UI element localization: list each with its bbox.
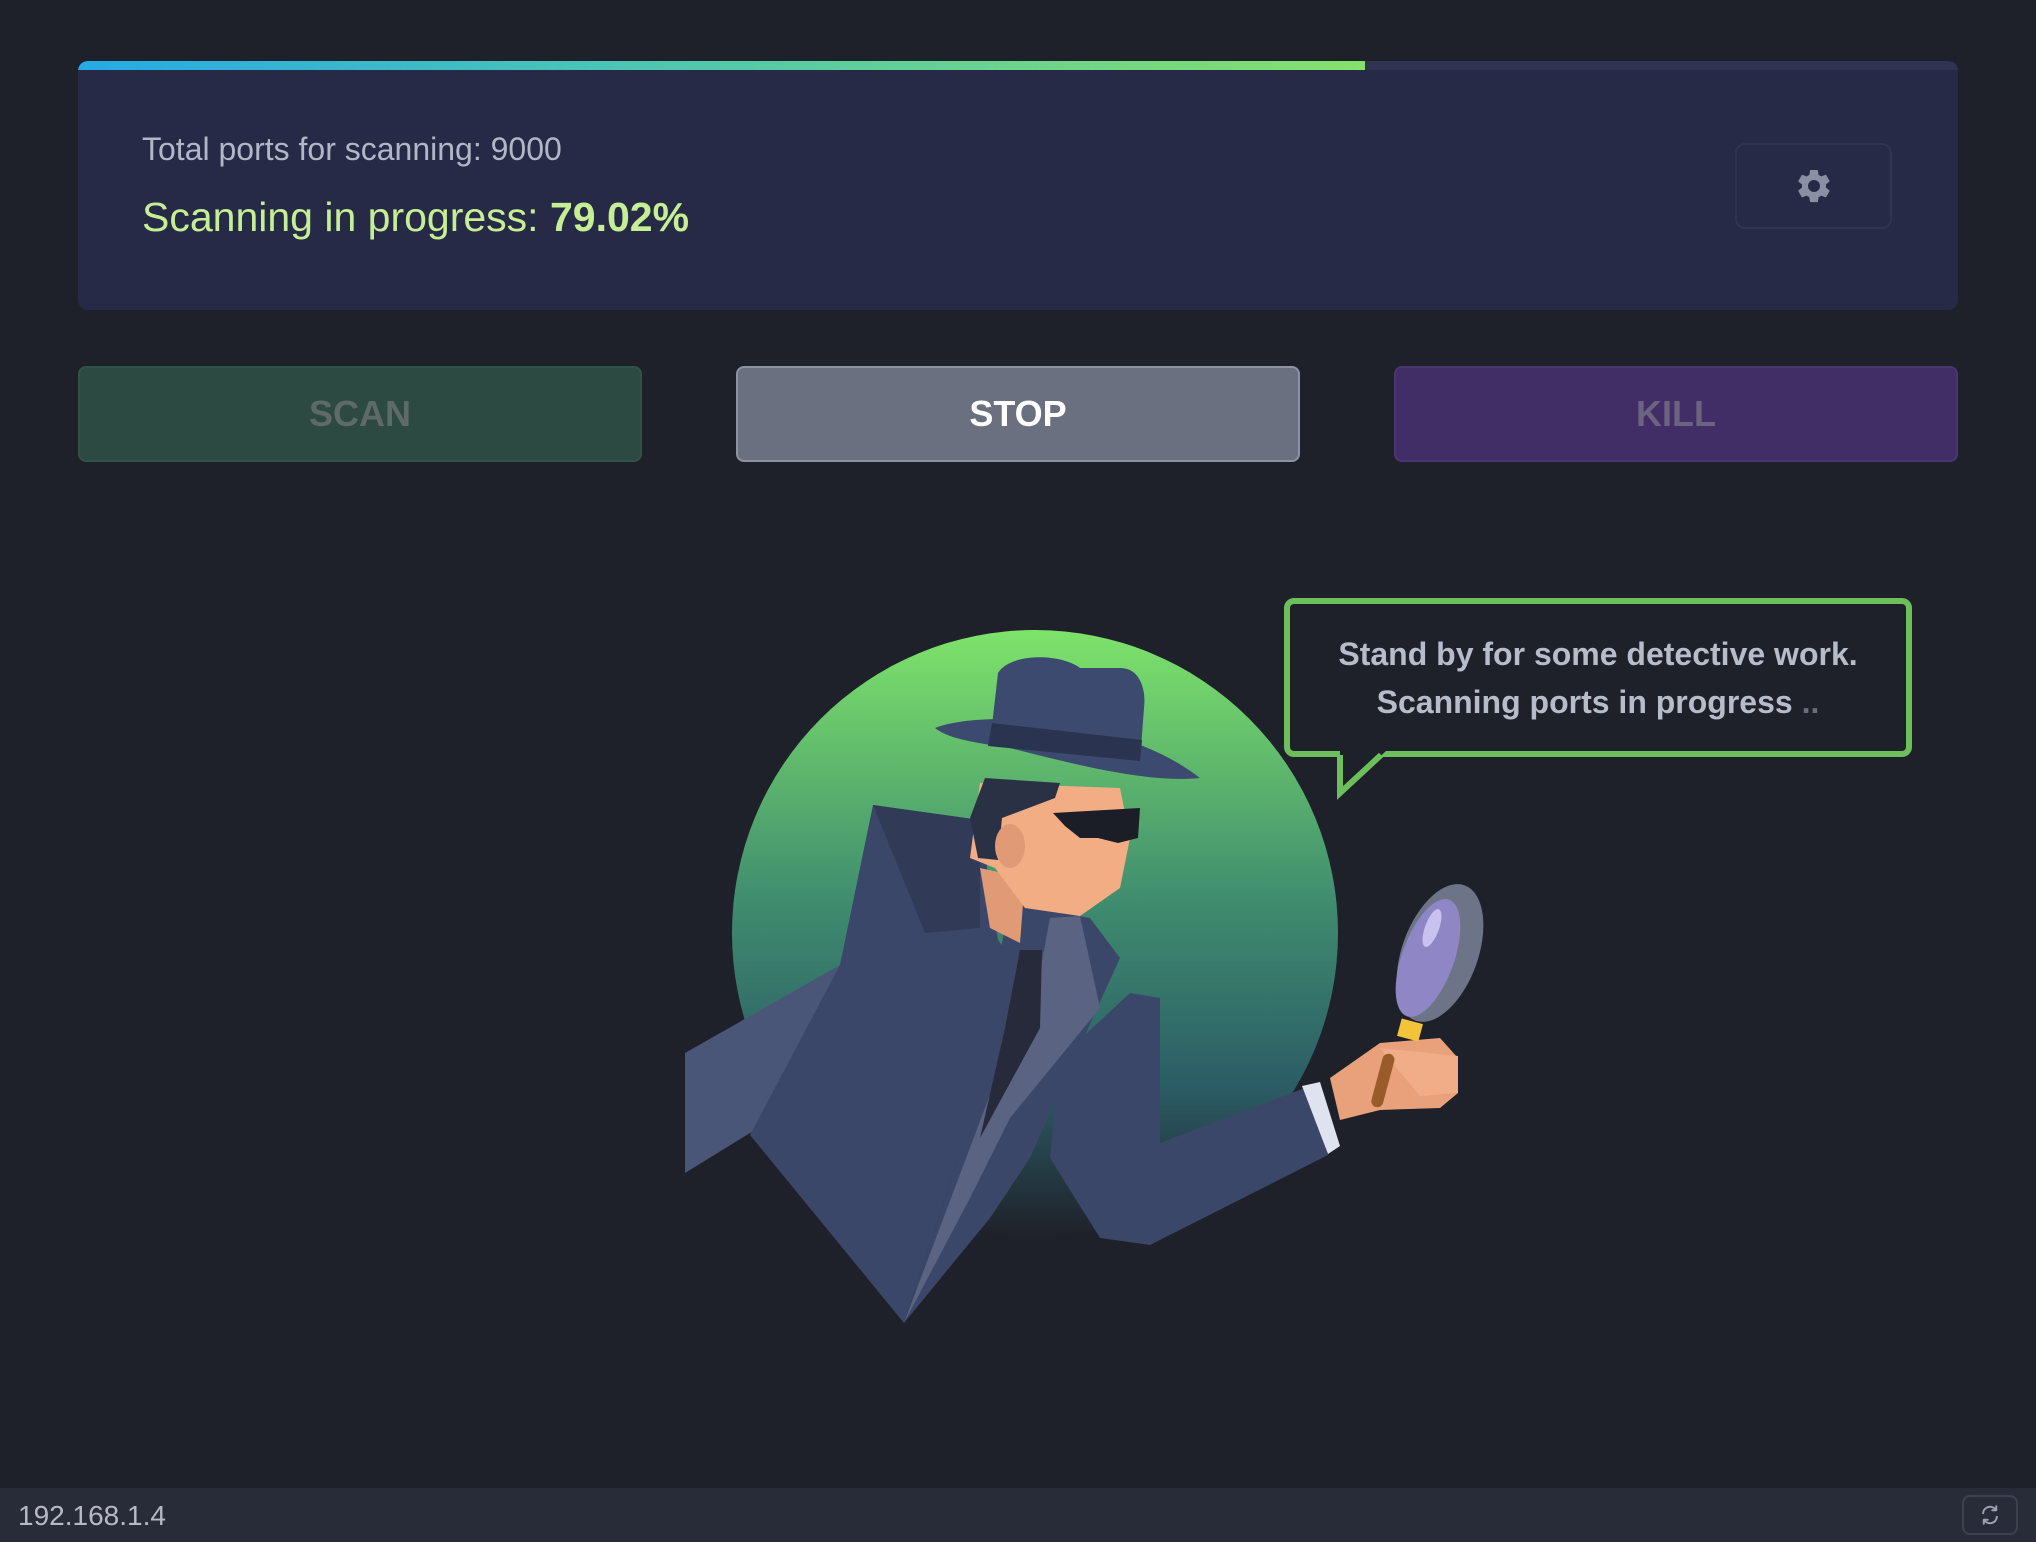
total-ports-text: Total ports for scanning: 9000 — [142, 131, 562, 167]
gear-icon — [1797, 169, 1830, 203]
speech-bubble-dots: .. — [1792, 683, 1820, 720]
kill-button[interactable]: KILL — [1394, 366, 1958, 462]
speech-bubble-line-2: Scanning ports in progress .. — [1377, 678, 1820, 726]
speech-bubble-line-1: Stand by for some detective work. — [1338, 635, 1858, 672]
progress-bar-fill — [78, 61, 1366, 70]
progress-bar — [78, 61, 1958, 70]
speech-bubble-tail — [1337, 751, 1386, 800]
refresh-icon — [1982, 1505, 1998, 1525]
settings-button[interactable] — [1735, 143, 1892, 229]
scan-button[interactable]: SCAN — [78, 366, 642, 462]
scan-status-panel: Total ports for scanning: 9000 Scanning … — [78, 61, 1958, 310]
speech-bubble-line-2-text: Scanning ports in progress — [1376, 683, 1793, 720]
refresh-button[interactable] — [1962, 1495, 2018, 1535]
magnifier-collar — [1397, 1018, 1423, 1042]
ip-address: 192.168.1.4 — [18, 1500, 166, 1531]
speech-bubble: Stand by for some detective work. Scanni… — [1284, 598, 1912, 757]
scan-status-prefix: Scanning in progress: — [142, 194, 550, 240]
scan-status-text: Scanning in progress: 79.02% — [142, 194, 689, 241]
scan-status-percent: 79.02% — [549, 194, 690, 240]
stop-button[interactable]: STOP — [736, 366, 1300, 462]
status-footer: 192.168.1.4 — [0, 1488, 2036, 1542]
detective-ear — [995, 824, 1025, 868]
